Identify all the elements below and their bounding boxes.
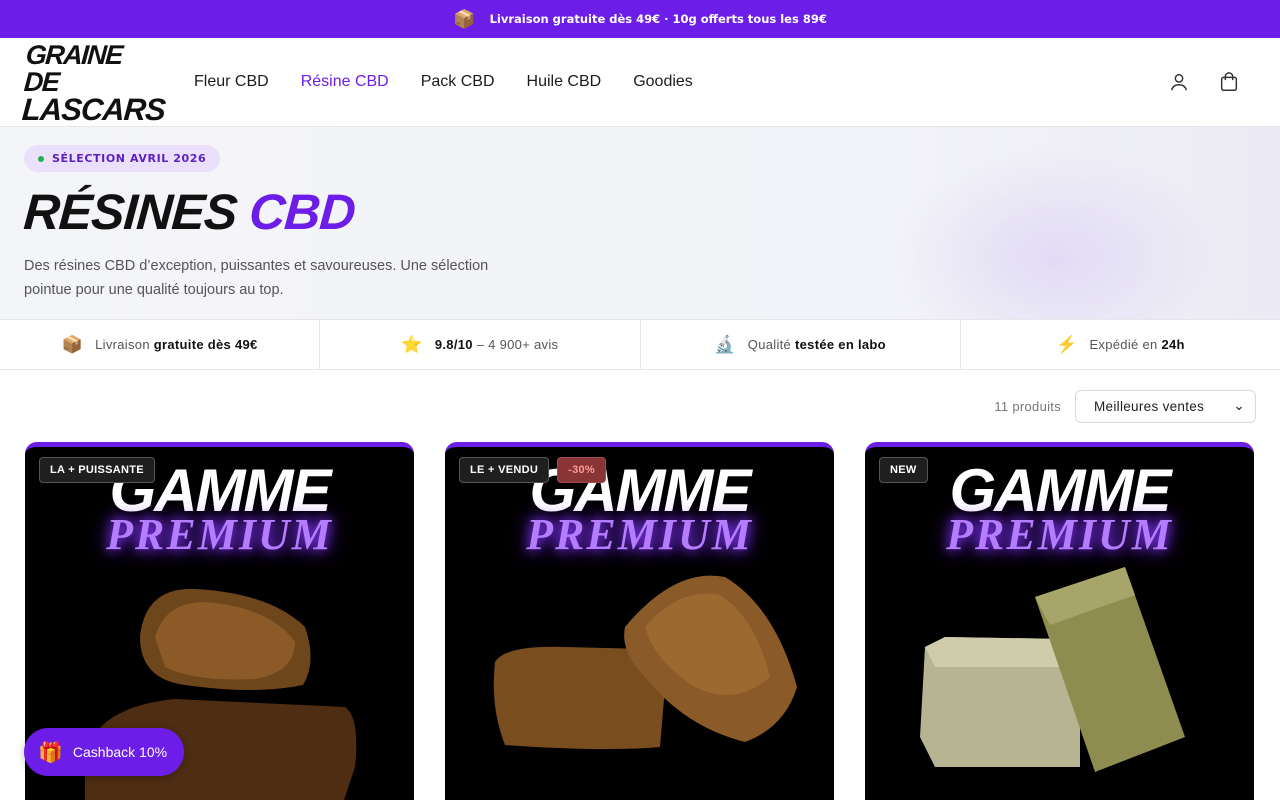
- features-bar: 📦 Livraison gratuite dès 49€ ⭐ 9.8/10 – …: [0, 319, 1280, 370]
- nav-huile[interactable]: Huile CBD: [527, 73, 602, 91]
- card-subtitle: PREMIUM: [526, 510, 753, 559]
- lightning-icon: ⚡: [1055, 334, 1078, 354]
- gift-icon: 🎁: [38, 741, 63, 764]
- product-grid: LA + PUISSANTE GAMME PREMIUM LE + VENDU …: [0, 442, 1280, 800]
- star-icon: ⭐: [401, 334, 423, 354]
- badge-label: NEW: [879, 457, 928, 483]
- chevron-down-icon: ⌄: [1233, 398, 1245, 413]
- nav-fleur[interactable]: Fleur CBD: [194, 73, 269, 91]
- cart-icon[interactable]: [1218, 71, 1240, 97]
- feature-delivery: 📦 Livraison gratuite dès 49€: [0, 320, 321, 369]
- card-subtitle: PREMIUM: [946, 510, 1173, 559]
- nav-resine[interactable]: Résine CBD: [301, 73, 389, 91]
- nav-goodies[interactable]: Goodies: [633, 73, 693, 91]
- feature-shipping: ⚡ Expédié en 24h: [1055, 334, 1185, 354]
- pill-text: SÉLECTION AVRIL 2026: [52, 152, 207, 165]
- logo[interactable]: GRAINE DE LASCARS: [20, 39, 167, 127]
- product-card[interactable]: LE + VENDU -30% GAMME PREMIUM: [445, 442, 834, 800]
- product-card[interactable]: NEW GAMME PREMIUM: [865, 442, 1254, 800]
- sort-value: Meilleures ventes: [1094, 398, 1205, 414]
- logo-line1: GRAINE DE: [22, 39, 123, 97]
- badge-label: LA + PUISSANTE: [39, 457, 155, 483]
- package-icon: 📦: [61, 334, 84, 354]
- nav-pack[interactable]: Pack CBD: [421, 73, 495, 91]
- badge-label: LE + VENDU: [459, 457, 550, 483]
- site-header: GRAINE DE LASCARS Fleur CBD Résine CBD P…: [0, 38, 1280, 127]
- page-title: RÉSINES CBD: [22, 184, 1258, 240]
- cashback-button[interactable]: 🎁 Cashback 10%: [24, 728, 185, 776]
- product-count: 11 produits: [994, 398, 1061, 414]
- card-subtitle: PREMIUM: [106, 510, 333, 559]
- user-icon[interactable]: [1168, 71, 1190, 97]
- product-image: [920, 567, 1185, 772]
- product-toolbar: 11 produits Meilleures ventes ⌄: [0, 370, 1280, 442]
- logo-line2: LASCARS: [20, 91, 167, 127]
- announcement-bar: 📦 Livraison gratuite dès 49€ · 10g offer…: [0, 0, 1280, 38]
- cashback-label: Cashback 10%: [72, 744, 168, 760]
- sale-badge: -30%: [557, 457, 606, 483]
- sort-select[interactable]: Meilleures ventes ⌄: [1075, 389, 1256, 423]
- selection-pill: SÉLECTION AVRIL 2026: [24, 145, 221, 172]
- hero-description: Des résines CBD d’exception, puissantes …: [24, 258, 489, 298]
- title-main: RÉSINES: [22, 184, 239, 240]
- product-image: [493, 575, 797, 750]
- microscope-icon: 🔬: [714, 334, 736, 354]
- feature-rating: ⭐ 9.8/10 – 4 900+ avis: [320, 320, 641, 369]
- title-accent: CBD: [247, 184, 357, 240]
- status-dot: [38, 155, 44, 162]
- package-icon: 📦: [453, 8, 476, 30]
- hero-section: SÉLECTION AVRIL 2026 RÉSINES CBD Des rés…: [0, 127, 1280, 319]
- main-nav: Fleur CBD Résine CBD Pack CBD Huile CBD …: [194, 73, 693, 91]
- announcement-text: Livraison gratuite dès 49€ · 10g offerts…: [489, 12, 827, 26]
- feature-lab: 🔬 Qualité testée en labo: [641, 320, 961, 369]
